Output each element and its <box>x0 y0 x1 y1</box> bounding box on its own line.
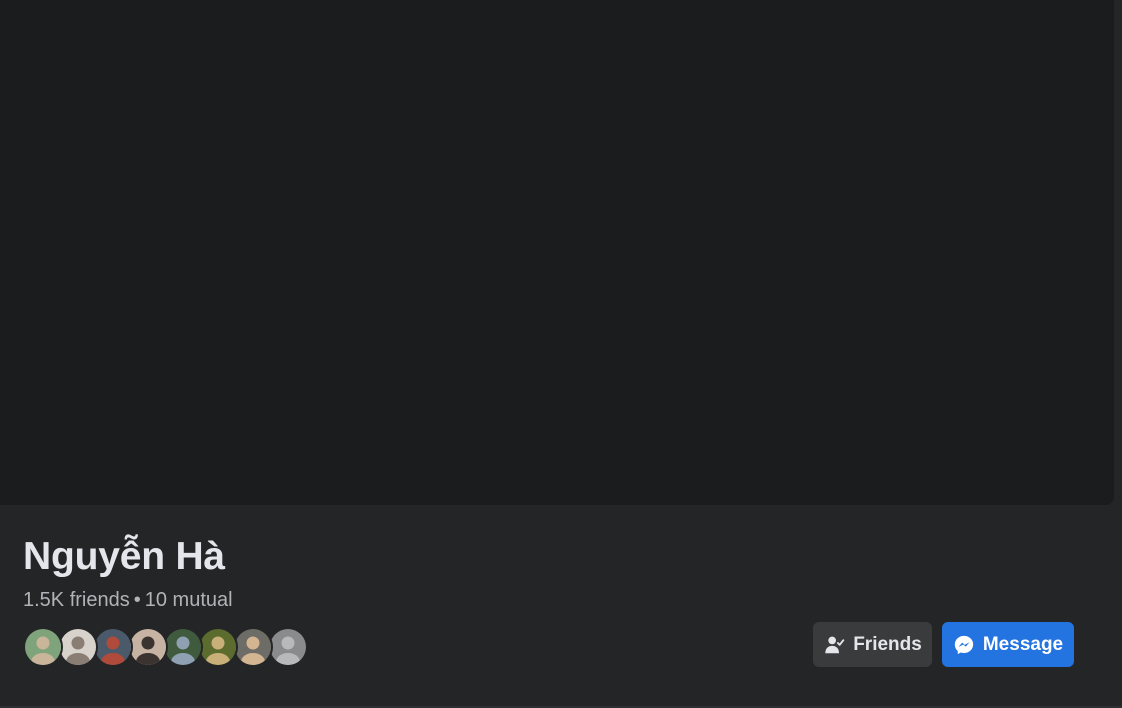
messenger-icon <box>953 634 975 656</box>
profile-name: Nguyễn Hà <box>23 535 225 578</box>
mutual-friend-avatar[interactable] <box>23 627 63 667</box>
cover-edge <box>1114 0 1122 505</box>
mutual-friend-avatar[interactable] <box>198 627 238 667</box>
mutual-friend-avatar[interactable] <box>58 627 98 667</box>
friends-check-icon <box>823 634 845 656</box>
mutual-count-link[interactable]: 10 mutual <box>145 589 233 611</box>
friend-stats: 1.5K friends • 10 mutual <box>23 587 233 613</box>
mutual-friend-avatar[interactable] <box>93 627 133 667</box>
profile-header: Nguyễn Hà 1.5K friends • 10 mutual Friends… <box>0 0 1122 708</box>
cover-photo[interactable] <box>0 0 1114 505</box>
mutual-friends-avatars <box>23 627 308 667</box>
friends-count-link[interactable]: 1.5K friends <box>23 589 130 611</box>
mutual-friend-avatar[interactable] <box>128 627 168 667</box>
message-button[interactable]: Message <box>942 622 1074 667</box>
mutual-friend-avatar[interactable] <box>233 627 273 667</box>
friends-button-label: Friends <box>853 633 922 655</box>
mutual-friend-avatar[interactable] <box>268 627 308 667</box>
friends-button[interactable]: Friends <box>813 622 932 667</box>
stats-separator: • <box>133 589 141 611</box>
mutual-friend-avatar[interactable] <box>163 627 203 667</box>
message-button-label: Message <box>982 633 1064 655</box>
